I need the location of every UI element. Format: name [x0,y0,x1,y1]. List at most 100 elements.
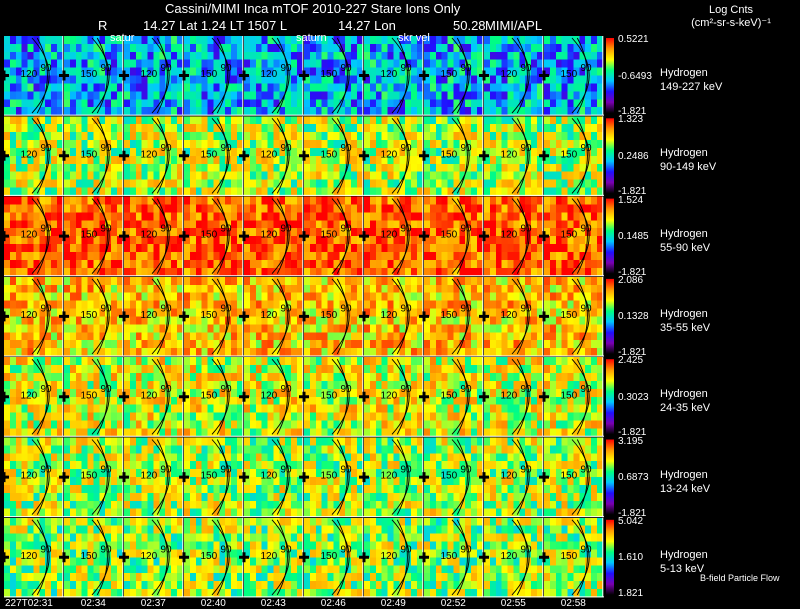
spectrogram-panel: 15090 [59,276,124,357]
spectrogram-panel: 12090 [479,196,544,277]
contour-label: 120 [381,149,398,160]
contour-label: 90 [521,304,533,315]
spectrogram-panel: 15090 [419,36,484,116]
spectrogram-panel: 12090 [0,517,64,598]
time-tick-label: 02:55 [500,598,526,609]
spectrogram-panel: 12090 [239,357,304,437]
contour-label: 120 [21,551,38,562]
colorbar-mid: 1.610 [618,552,644,564]
contour-label: 90 [101,304,113,315]
spectrogram-panel: 15090 [59,437,124,517]
channel-species: Hydrogen [660,388,708,401]
contour-label: 90 [401,143,413,154]
contour-label: 120 [501,471,518,482]
contour-label: 120 [141,149,158,160]
time-tick-label: 02:43 [260,598,286,609]
contour-label: 120 [501,230,518,241]
channel-row-1: 1209015090120901509012090150901209015090… [0,116,604,196]
colorbar [606,118,614,194]
spectrogram-panel: 12090 [0,36,64,116]
contour-label: 90 [341,384,353,395]
channel-species: Hydrogen [660,548,708,561]
spectrogram-panel: 12090 [0,116,64,196]
channel-species: Hydrogen [660,227,708,240]
contour-label: 150 [561,310,578,321]
contour-label: 90 [521,143,533,154]
channel-energy: 24-35 keV [660,402,711,415]
contour-label: 90 [41,464,53,475]
colorbar-max: 0.5221 [618,34,649,45]
contour-label: 90 [101,223,113,234]
colorbar-max: 1.323 [618,114,644,126]
colorbar-mid: 0.1485 [618,231,649,243]
spectrogram-panel: 12090 [239,196,304,277]
spectrogram-panel: 15090 [539,437,604,517]
spectrogram-panel: 15090 [539,196,604,277]
contour-label: 120 [501,69,518,80]
contour-label: 90 [101,143,113,154]
channel-species: Hydrogen [660,468,708,481]
contour-label: 90 [281,545,293,556]
contour-label: 150 [441,310,458,321]
contour-label: 120 [141,310,158,321]
contour-label: 90 [581,304,593,315]
contour-label: 90 [221,464,233,475]
channel-label: Hydrogen 35-55 keV [660,307,710,335]
contour-label: 120 [381,551,398,562]
contour-label: 90 [221,143,233,154]
contour-label: 120 [381,230,398,241]
spectrogram-panel: 12090 [119,116,184,196]
contour-label: 120 [261,69,278,80]
contour-label: 90 [341,143,353,154]
colorbar [606,519,614,595]
contour-label: 90 [41,545,53,556]
contour-label: 90 [221,384,233,395]
spectrogram-panel: 15090 [59,357,124,437]
spectrogram-panel: 15090 [539,517,604,598]
colorbar [606,439,614,515]
contour-label: 90 [341,304,353,315]
contour-label: 120 [21,390,38,401]
contour-label: 90 [281,143,293,154]
contour-label: 90 [401,545,413,556]
channel-energy: 35-55 keV [660,321,711,334]
contour-label: 120 [381,69,398,80]
contour-label: 150 [81,551,98,562]
contour-label: 90 [161,545,173,556]
spectrogram-panel: 12090 [359,517,424,598]
spectrogram-panel: 12090 [119,437,184,517]
time-tick-label: 227T02:31 [5,598,53,609]
spectrogram-panel: 15090 [59,517,124,598]
contour-label: 150 [441,551,458,562]
contour-label: 90 [401,384,413,395]
contour-label: 90 [581,223,593,234]
contour-label: 120 [21,69,38,80]
spectrogram-panel: 15090 [179,357,244,437]
contour-label: 150 [561,149,578,160]
contour-label: 90 [521,464,533,475]
spectrogram-panel: 12090 [359,116,424,196]
time-tick-label: 02:49 [380,598,406,609]
contour-label: 150 [321,230,338,241]
channel-energy: 13-24 keV [660,482,711,495]
channel-energy: 90-149 keV [660,161,717,174]
channel-label: Hydrogen 55-90 keV [660,227,710,255]
spectrogram-panel: 15090 [299,357,364,437]
contour-label: 150 [81,310,98,321]
contour-label: 150 [201,230,218,241]
spectrogram-panel: 12090 [479,36,544,116]
contour-label: 90 [401,223,413,234]
channel-species: Hydrogen [660,67,708,79]
contour-label: 90 [161,143,173,154]
contour-label: 120 [141,471,158,482]
contour-label: 120 [21,149,38,160]
channel-row-0: 1209015090120901509012090150901209015090… [0,36,604,116]
contour-label: 150 [321,551,338,562]
spectrogram-panel: 15090 [59,116,124,196]
contour-label: 90 [281,304,293,315]
contour-label: 90 [461,223,473,234]
contour-label: 150 [81,390,98,401]
contour-label: 90 [161,384,173,395]
contour-label: 120 [261,230,278,241]
spectrogram-panel: 12090 [0,196,64,277]
